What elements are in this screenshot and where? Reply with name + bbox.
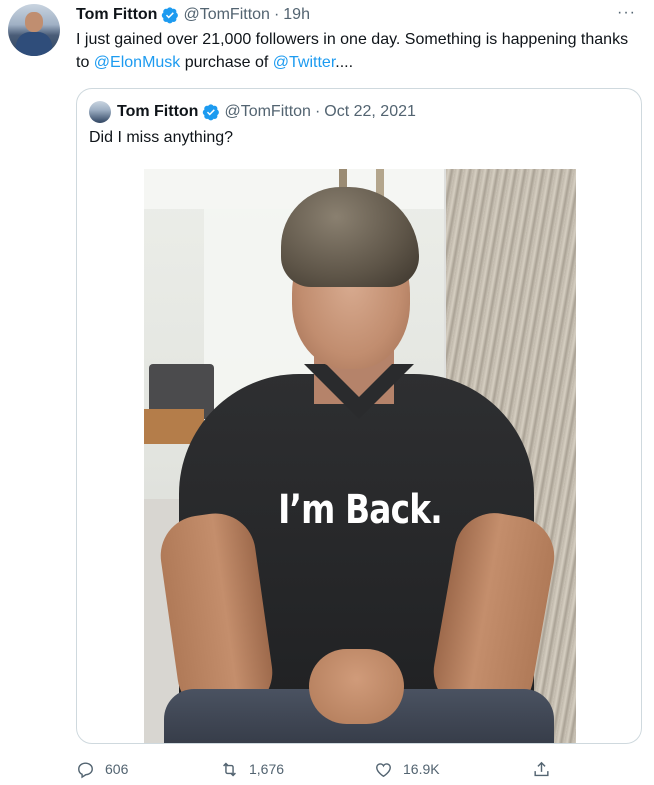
quoted-author-handle: @TomFitton [224, 103, 311, 120]
more-icon[interactable]: ··· [617, 4, 636, 22]
tweet-text-part2: purchase of [180, 54, 273, 71]
quoted-author-avatar [89, 101, 111, 123]
quoted-tweet-text: Did I miss anything? [89, 129, 234, 146]
retweet-button[interactable]: 1,676 [220, 756, 284, 782]
tweet-text: I just gained over 21,000 followers in o… [76, 28, 636, 74]
avatar-body [16, 32, 52, 56]
tweet-header: Tom Fitton @TomFitton · 19h [76, 4, 310, 26]
photo-clasped-hands [309, 649, 404, 724]
like-button[interactable]: 16.9K [374, 756, 440, 782]
share-button[interactable] [532, 756, 561, 782]
author-avatar[interactable] [8, 4, 60, 56]
reply-count: 606 [105, 761, 129, 777]
quoted-tweet-card[interactable]: Tom Fitton @TomFitton · Oct 22, 2021 Did… [76, 88, 642, 744]
quoted-tweet-header: Tom Fitton @TomFitton · Oct 22, 2021 [117, 101, 416, 123]
author-handle[interactable]: @TomFitton [183, 6, 269, 24]
tweet-actions-bar: 606 1,676 16.9K [76, 756, 636, 782]
avatar-face [25, 12, 43, 32]
photo-ceiling [144, 169, 444, 209]
mention-elonmusk-link[interactable]: @ElonMusk [94, 54, 181, 71]
retweet-count: 1,676 [249, 761, 285, 777]
reply-icon [78, 761, 93, 778]
author-name[interactable]: Tom Fitton [76, 6, 157, 24]
separator-dot: · [273, 6, 280, 23]
retweet-icon [223, 762, 236, 776]
tweet-time[interactable]: 19h [283, 6, 310, 24]
quoted-tweet-date: Oct 22, 2021 [324, 103, 416, 120]
photo-shirt-caption: I’m Back. [278, 487, 443, 533]
verified-badge-icon [162, 7, 179, 24]
separator-dot: · [314, 103, 321, 120]
mention-twitter-link[interactable]: @Twitter [273, 54, 335, 71]
quoted-author-name: Tom Fitton [117, 103, 199, 120]
like-count: 16.9K [403, 761, 440, 777]
tweet-text-part3: .... [335, 54, 354, 71]
reply-button[interactable]: 606 [76, 756, 128, 782]
like-icon [376, 762, 391, 777]
quoted-tweet-photo[interactable]: I’m Back. [144, 169, 576, 743]
share-icon [534, 761, 549, 776]
verified-badge-icon [203, 104, 220, 121]
